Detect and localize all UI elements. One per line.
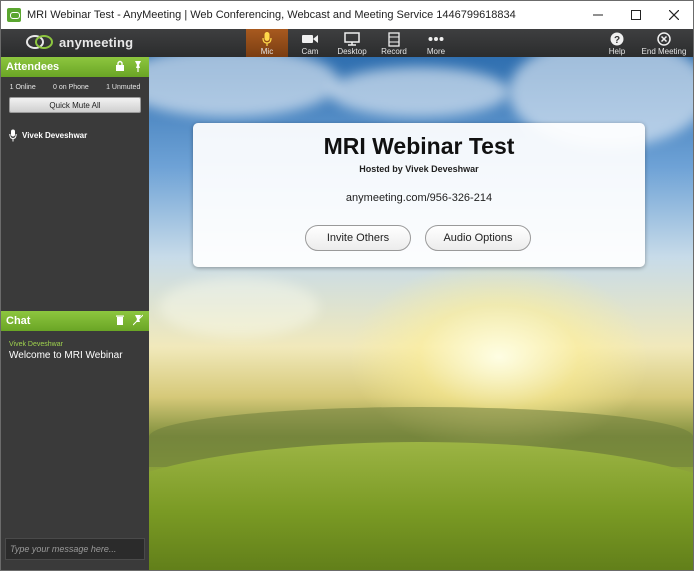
background-cloud — [329, 67, 509, 117]
mic-label: Mic — [260, 47, 274, 56]
meeting-info-card: MRI Webinar Test Hosted by Vivek Deveshw… — [193, 123, 645, 267]
logo-text: anymeeting — [59, 34, 134, 50]
meeting-stage: MRI Webinar Test Hosted by Vivek Deveshw… — [149, 57, 693, 570]
sidebar: Attendees 1 Online 0 on Phone 1 Unmuted … — [1, 57, 149, 570]
cam-button[interactable]: Cam — [289, 29, 331, 57]
chat-message-sender: Vivek Deveshwar — [9, 341, 63, 348]
pin-icon[interactable] — [133, 60, 143, 72]
desktop-button[interactable]: Desktop — [331, 29, 373, 57]
film-icon — [388, 31, 400, 47]
cam-label: Cam — [301, 47, 319, 56]
more-button[interactable]: More — [415, 29, 457, 57]
attendee-counts: 1 Online 0 on Phone 1 Unmuted — [1, 84, 149, 94]
online-count: 1 Online — [9, 84, 36, 91]
minimize-icon — [593, 14, 603, 16]
mic-button[interactable]: Mic — [246, 29, 288, 57]
camera-icon — [301, 31, 319, 47]
attendee-item[interactable]: Vivek Deveshwar — [9, 128, 87, 142]
end-meeting-button[interactable]: End Meeting — [641, 29, 687, 57]
window-title: MRI Webinar Test - AnyMeeting | Web Conf… — [27, 9, 516, 21]
close-button[interactable] — [655, 1, 693, 29]
meeting-title: MRI Webinar Test — [323, 133, 515, 159]
unpin-icon[interactable] — [133, 314, 143, 326]
attendee-name: Vivek Deveshwar — [22, 130, 88, 140]
phone-count: 0 on Phone — [53, 84, 89, 91]
meeting-host: Hosted by Vivek Deveshwar — [359, 164, 479, 174]
lock-icon[interactable] — [115, 60, 125, 72]
microphone-icon — [9, 129, 17, 141]
monitor-icon — [344, 31, 360, 47]
close-icon — [669, 10, 679, 20]
audio-options-button[interactable]: Audio Options — [425, 225, 531, 251]
app-icon — [7, 8, 21, 22]
attendees-title: Attendees — [6, 61, 60, 73]
unmuted-count: 1 Unmuted — [106, 84, 141, 91]
chat-message-text: Welcome to MRI Webinar — [9, 350, 123, 361]
more-label: More — [426, 47, 446, 56]
background-cloud — [159, 277, 319, 337]
anymeeting-logo: anymeeting — [25, 34, 133, 50]
maximize-button[interactable] — [617, 1, 655, 29]
background-meadow — [149, 442, 693, 570]
ellipsis-icon — [428, 31, 444, 47]
record-button[interactable]: Record — [373, 29, 415, 57]
logo-bubbles-icon — [25, 34, 55, 50]
background-cloud — [149, 57, 339, 117]
invite-others-button[interactable]: Invite Others — [305, 225, 411, 251]
help-button[interactable]: ? Help — [596, 29, 638, 57]
minimize-button[interactable] — [579, 1, 617, 29]
chat-header: Chat — [1, 311, 149, 331]
close-circle-icon — [657, 31, 671, 47]
window-controls — [579, 1, 693, 29]
quick-mute-all-button[interactable]: Quick Mute All — [9, 97, 141, 113]
trash-icon[interactable] — [115, 314, 125, 326]
end-meeting-label: End Meeting — [641, 47, 687, 56]
chat-title: Chat — [6, 315, 31, 327]
chat-input[interactable] — [5, 538, 145, 560]
help-label: Help — [608, 47, 626, 56]
record-label: Record — [381, 47, 407, 56]
app-window: MRI Webinar Test - AnyMeeting | Web Conf… — [0, 0, 694, 571]
desktop-label: Desktop — [337, 47, 367, 56]
svg-text:?: ? — [614, 35, 620, 46]
microphone-icon — [261, 31, 273, 47]
main-toolbar: anymeeting Mic Cam Desktop Record More ?… — [1, 29, 693, 57]
attendees-header: Attendees — [1, 57, 149, 77]
help-icon: ? — [610, 31, 624, 47]
title-bar: MRI Webinar Test - AnyMeeting | Web Conf… — [1, 1, 693, 29]
meeting-url[interactable]: anymeeting.com/956-326-214 — [193, 192, 645, 204]
maximize-icon — [631, 10, 641, 20]
